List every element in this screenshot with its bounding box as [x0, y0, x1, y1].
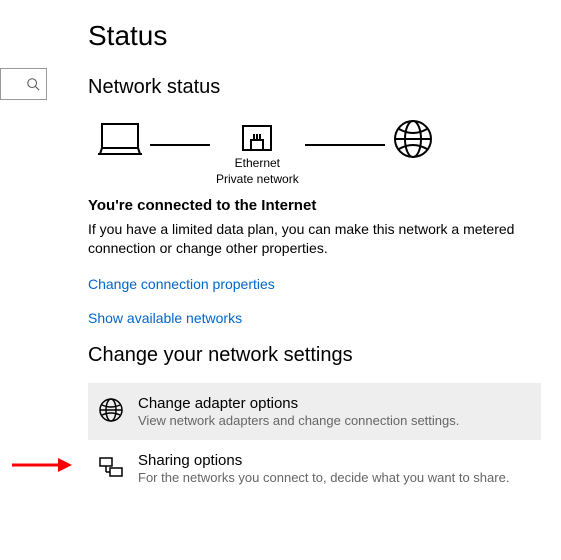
network-diagram: Ethernet Private network	[96, 117, 541, 191]
setting-title: Sharing options	[138, 452, 509, 469]
network-status-heading: Network status	[88, 76, 541, 99]
setting-title: Change adapter options	[138, 395, 459, 412]
connected-title: You're connected to the Internet	[88, 197, 541, 214]
connected-description: If you have a limited data plan, you can…	[88, 220, 518, 258]
page-title: Status	[88, 20, 541, 52]
setting-subtitle: For the networks you connect to, decide …	[138, 470, 509, 485]
computer-icon	[96, 120, 144, 158]
sharing-icon	[98, 454, 124, 480]
change-network-settings-heading: Change your network settings	[88, 344, 541, 367]
search-box[interactable]	[0, 68, 47, 100]
connection-name: Ethernet	[216, 156, 299, 172]
ethernet-icon	[239, 120, 275, 156]
search-icon	[26, 77, 40, 91]
setting-change-adapter-options[interactable]: Change adapter options View network adap…	[88, 383, 541, 440]
link-change-connection-properties[interactable]: Change connection properties	[88, 276, 541, 292]
connection-type: Private network	[216, 172, 299, 188]
setting-subtitle: View network adapters and change connect…	[138, 413, 459, 428]
adapter-globe-icon	[98, 397, 124, 423]
setting-sharing-options[interactable]: Sharing options For the networks you con…	[88, 440, 541, 497]
annotation-arrow	[10, 454, 72, 476]
link-show-available-networks[interactable]: Show available networks	[88, 310, 541, 326]
globe-icon	[391, 117, 435, 161]
